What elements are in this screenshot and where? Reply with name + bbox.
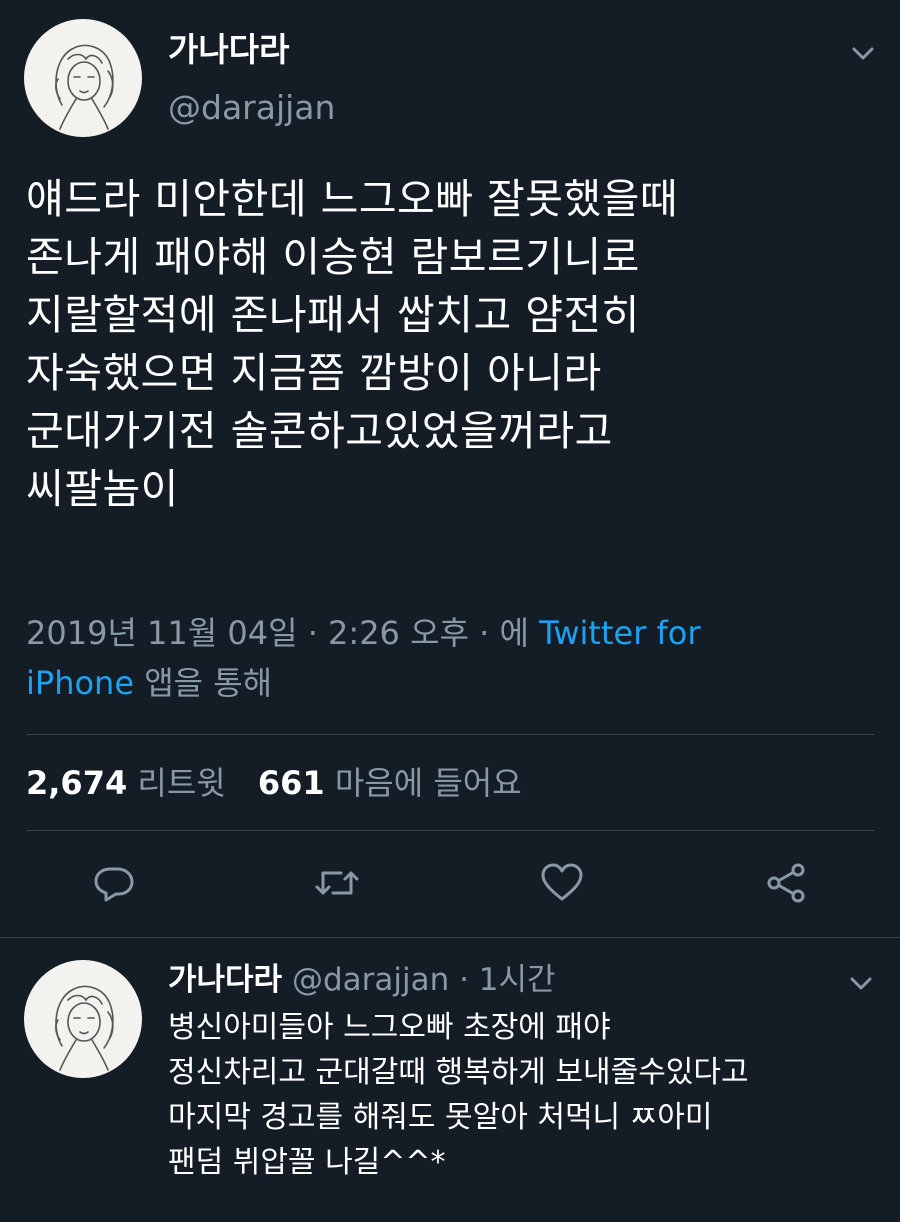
chevron-down-icon[interactable] <box>848 38 878 68</box>
avatar-drawing <box>55 44 114 130</box>
tweet-text: 얘드라 미안한데 느그오빠 잘못했을때 존나게 패야해 이승현 람보르기니로 지… <box>26 175 679 513</box>
reply-avatar[interactable] <box>24 960 142 1078</box>
reply-icon <box>94 867 134 902</box>
handle[interactable]: @darajjan <box>168 86 335 130</box>
share-icon <box>767 863 805 903</box>
like-button[interactable] <box>532 853 592 913</box>
retweet-count[interactable]: 2,674 <box>26 764 127 802</box>
timestamp: 2019년 11월 04일 · 2:26 오후 · 에 <box>26 614 540 652</box>
tweet-stats: 2,674 리트윗 661 마음에 들어요 <box>26 758 522 808</box>
avatar[interactable] <box>24 19 142 137</box>
tweet-meta: 2019년 11월 04일 · 2:26 오후 · 에 Twitter for … <box>26 608 886 708</box>
display-name[interactable]: 가나다라 <box>168 28 289 72</box>
chevron-down-icon[interactable] <box>846 968 876 998</box>
avatar-drawing <box>55 985 114 1071</box>
heart-icon <box>541 863 583 901</box>
section-divider <box>0 937 900 938</box>
reply-header: 가나다라 @darajjan · 1시간 <box>168 958 556 1002</box>
retweet-icon <box>315 871 359 895</box>
source-suffix: 앱을 통해 <box>134 664 273 702</box>
retweet-label[interactable]: 리트윗 <box>137 764 225 802</box>
divider <box>26 830 874 831</box>
share-button[interactable] <box>756 853 816 913</box>
reply-button[interactable] <box>84 853 144 913</box>
like-label[interactable]: 마음에 들어요 <box>335 764 522 802</box>
source-link-continued[interactable]: iPhone <box>26 664 134 702</box>
reply-text: 병신아미들아 느그오빠 초장에 패야 정신차리고 군대갈때 행복하게 보내줄수있… <box>168 1010 749 1180</box>
like-count[interactable]: 661 <box>258 764 325 802</box>
divider <box>26 734 874 735</box>
reply-display-name[interactable]: 가나다라 <box>168 962 282 998</box>
reply-handle-time[interactable]: @darajjan · 1시간 <box>292 962 556 998</box>
retweet-button[interactable] <box>307 853 367 913</box>
source-link[interactable]: Twitter for <box>539 614 700 652</box>
